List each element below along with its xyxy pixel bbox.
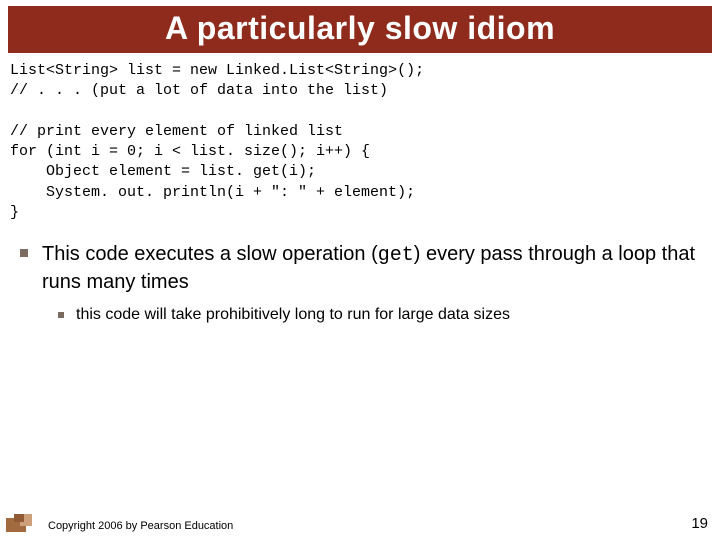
corner-decoration-icon	[6, 510, 40, 532]
bullet-item: This code executes a slow operation (get…	[20, 241, 710, 295]
slide-content: List<String> list = new Linked.List<Stri…	[0, 53, 720, 326]
title-bar: A particularly slow idiom	[8, 6, 712, 53]
bullet-text-pre: This code executes a slow operation (	[42, 243, 378, 265]
sub-bullet-text: this code will take prohibitively long t…	[76, 305, 510, 326]
sub-bullet-item: this code will take prohibitively long t…	[58, 305, 710, 326]
copyright-text: Copyright 2006 by Pearson Education	[48, 520, 233, 532]
bullet-list: This code executes a slow operation (get…	[10, 241, 710, 326]
square-bullet-icon	[58, 312, 64, 318]
page-number: 19	[691, 515, 708, 532]
square-bullet-icon	[20, 249, 28, 257]
slide-title: A particularly slow idiom	[18, 10, 702, 47]
bullet-text: This code executes a slow operation (get…	[42, 241, 710, 295]
footer: Copyright 2006 by Pearson Education 19	[0, 510, 720, 536]
bullet-text-mono: get	[378, 244, 414, 267]
code-block: List<String> list = new Linked.List<Stri…	[10, 61, 710, 223]
